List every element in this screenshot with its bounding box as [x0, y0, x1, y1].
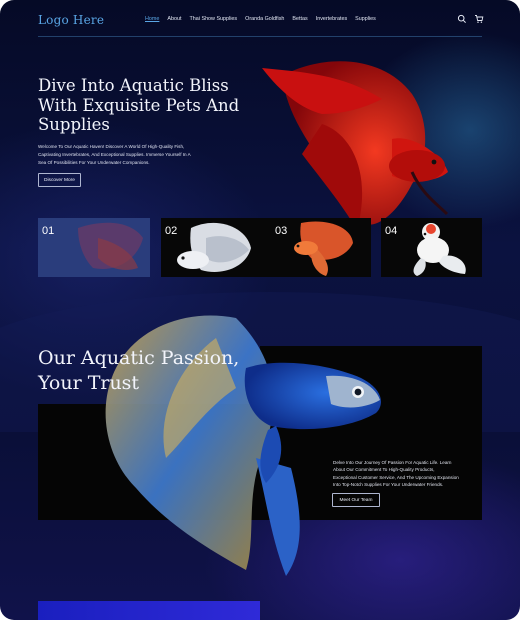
next-section-image	[38, 601, 260, 620]
hero-description-line: Captivating Invertebrates, And Exception…	[38, 151, 191, 157]
passion-description-line: Into Top-Notch Supplies For Your Underwa…	[333, 482, 444, 488]
gallery-item-2[interactable]: 02	[161, 218, 273, 277]
passion-title-line: Our Aquatic Passion,	[38, 347, 240, 369]
nav-home[interactable]: Home	[145, 16, 159, 22]
cart-icon[interactable]	[474, 14, 484, 24]
meet-our-team-button[interactable]: Meet Our Team	[332, 493, 380, 507]
nav-invertebrates[interactable]: Invertebrates	[316, 16, 347, 22]
gallery-item-4[interactable]: 04	[381, 218, 482, 277]
discover-more-button[interactable]: Discover More	[38, 173, 81, 187]
gallery-number: 04	[385, 225, 398, 237]
red-fish-thumbnail-image	[78, 222, 143, 270]
hero-description-line: Sea Of Possibilities For Your Underwater…	[38, 159, 150, 165]
nav-oranda-goldfish[interactable]: Oranda Goldfish	[245, 16, 284, 22]
search-icon[interactable]	[457, 14, 467, 24]
hero-description-line: Welcome To Our Aquatic Haven! Discover A…	[38, 144, 185, 149]
hero-title: Dive Into Aquatic Bliss With Exquisite P…	[38, 76, 278, 135]
gallery-number: 02	[165, 225, 178, 237]
page-frame: Logo Here Home About Thai Show Supplies …	[0, 0, 520, 620]
passion-description: Delve Into Our Journey Of Passion For Aq…	[333, 459, 483, 489]
gallery-item-3[interactable]: 03	[271, 218, 371, 277]
hero-description: Welcome To Our Aquatic Haven! Discover A…	[38, 143, 238, 166]
passion-title: Our Aquatic Passion, Your Trust	[38, 346, 268, 396]
nav-bettas[interactable]: Bettas	[292, 16, 307, 22]
passion-title-line: Your Trust	[38, 372, 140, 394]
red-betta-fish-image	[262, 61, 449, 230]
hero-title-line: Dive Into Aquatic Bliss	[38, 76, 229, 95]
gallery-number: 01	[42, 225, 55, 237]
hero-title-line: With Exquisite Pets And	[38, 95, 240, 115]
logo[interactable]: Logo Here	[38, 13, 104, 27]
header-divider	[38, 36, 482, 37]
nav-supplies[interactable]: Supplies	[355, 16, 376, 22]
main-nav: Home About Thai Show Supplies Oranda Gol…	[145, 16, 376, 22]
nav-thai-show-supplies[interactable]: Thai Show Supplies	[189, 16, 237, 22]
passion-description-line: Delve Into Our Journey Of Passion For Aq…	[333, 460, 452, 465]
hero-title-line: Supplies	[38, 115, 110, 134]
gallery-number: 03	[275, 225, 288, 237]
passion-description-line: Exceptional Customer Service, And The Up…	[333, 474, 459, 480]
passion-description-line: About Our Commitment To High-Quality Pro…	[333, 467, 435, 473]
nav-about[interactable]: About	[167, 16, 181, 22]
gallery-item-1[interactable]: 01	[38, 218, 150, 277]
